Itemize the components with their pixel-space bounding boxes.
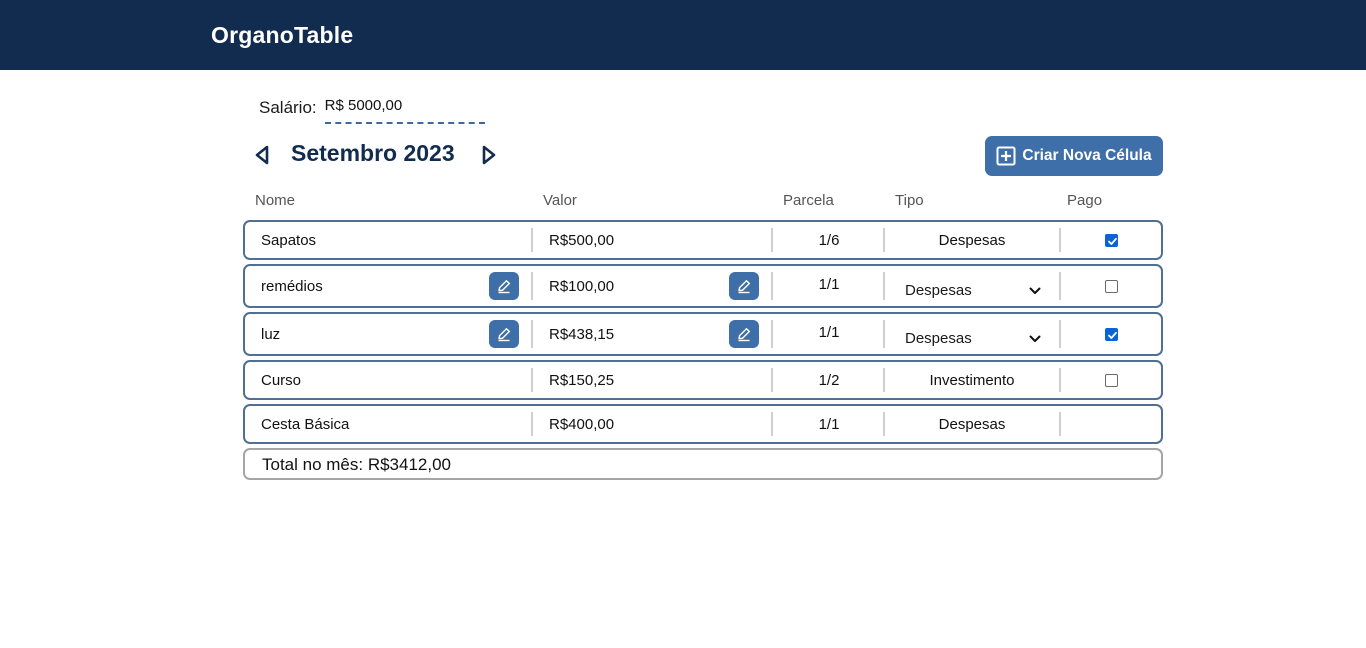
triangle-right-icon[interactable] — [477, 141, 501, 169]
column-divider — [531, 320, 533, 348]
total-row: Total no mês: R$3412,00 — [243, 448, 1163, 480]
column-header-parcela: Parcela — [783, 192, 834, 209]
pencil-icon[interactable] — [729, 320, 759, 348]
total-label: Total no mês: R$3412,00 — [262, 455, 452, 474]
create-cell-label: Criar Nova Célula — [1022, 147, 1152, 164]
paid-checkbox[interactable] — [1105, 374, 1118, 387]
table-row: remédios R$100,00 1/1 Despesas — [243, 264, 1163, 308]
cell-parcela: 1/1 — [818, 324, 840, 341]
column-divider — [1059, 272, 1061, 300]
chevron-down-icon — [1029, 330, 1041, 347]
column-divider — [1059, 412, 1061, 436]
brand-title: OrganoTable — [211, 22, 354, 48]
salary-input[interactable] — [324, 96, 485, 124]
table-row: luz R$438,15 1/1 Despesas — [243, 312, 1163, 356]
cell-valor: R$400,00 — [549, 415, 615, 433]
tipo-select[interactable]: Despesas — [905, 328, 1041, 348]
cell-nome: remédios — [261, 277, 323, 295]
chevron-down-icon — [1029, 282, 1041, 299]
top-bar: OrganoTable — [0, 0, 1366, 70]
cell-nome: Sapatos — [261, 231, 317, 249]
column-divider — [883, 272, 885, 300]
column-header-pago: Pago — [1067, 192, 1103, 209]
triangle-left-icon[interactable] — [250, 141, 274, 169]
cell-parcela: 1/1 — [818, 276, 840, 293]
plus-square-icon — [996, 146, 1016, 166]
tipo-select[interactable]: Despesas — [905, 280, 1041, 300]
table-row: Cesta Básica R$400,00 1/1 Despesas — [243, 404, 1163, 444]
column-header-tipo: Tipo — [895, 192, 924, 209]
column-divider — [883, 320, 885, 348]
salary-label: Salário: — [259, 98, 317, 117]
cell-tipo: Investimento — [929, 371, 1015, 389]
column-divider — [531, 368, 533, 392]
cell-parcela: 1/1 — [818, 415, 840, 433]
paid-checkbox[interactable] — [1105, 280, 1118, 293]
cell-valor: R$100,00 — [549, 277, 615, 295]
cell-parcela: 1/2 — [818, 371, 840, 389]
column-divider — [531, 228, 533, 252]
cell-valor: R$500,00 — [549, 231, 615, 249]
column-divider — [531, 272, 533, 300]
cell-nome: luz — [261, 325, 281, 343]
column-header-nome: Nome — [255, 192, 296, 209]
tipo-select-value: Despesas — [905, 281, 972, 299]
cell-parcela: 1/6 — [818, 231, 840, 249]
create-cell-button[interactable]: Criar Nova Célula — [985, 136, 1163, 176]
cell-nome: Curso — [261, 371, 302, 389]
column-divider — [1059, 320, 1061, 348]
cell-valor: R$150,25 — [549, 371, 615, 389]
cell-tipo: Despesas — [938, 415, 1006, 433]
month-navigation: Setembro 2023 — [250, 140, 501, 170]
table-row: Sapatos R$500,00 1/6 Despesas — [243, 220, 1163, 260]
column-divider — [1059, 228, 1061, 252]
pencil-icon[interactable] — [489, 320, 519, 348]
salary-section: Salário: — [259, 96, 485, 124]
column-divider — [1059, 368, 1061, 392]
cell-valor: R$438,15 — [549, 325, 615, 343]
table-row: Curso R$150,25 1/2 Investimento — [243, 360, 1163, 400]
month-title: Setembro 2023 — [291, 139, 455, 166]
pencil-icon[interactable] — [489, 272, 519, 300]
cell-tipo: Despesas — [938, 231, 1006, 249]
tipo-select-value: Despesas — [905, 329, 972, 347]
paid-checkbox[interactable] — [1105, 234, 1118, 247]
pencil-icon[interactable] — [729, 272, 759, 300]
paid-checkbox[interactable] — [1105, 328, 1118, 341]
column-header-valor: Valor — [543, 192, 577, 209]
cell-nome: Cesta Básica — [261, 415, 350, 433]
column-divider — [531, 412, 533, 436]
